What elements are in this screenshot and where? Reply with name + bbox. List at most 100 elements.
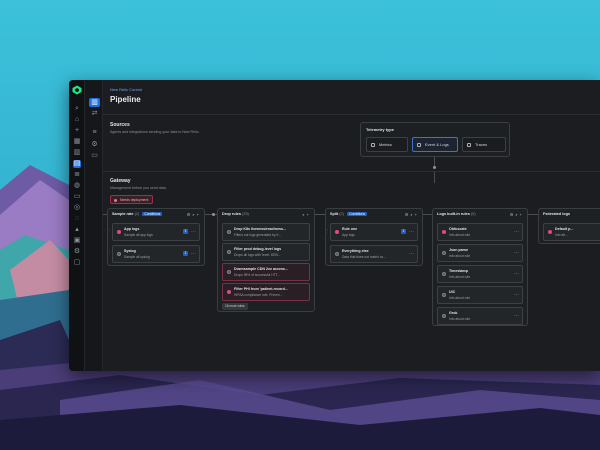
rule-card[interactable]: Rule one App logs 1 ⋯ xyxy=(330,223,418,241)
rule-title: Grok xyxy=(449,311,458,315)
more-icon[interactable]: ⋯ xyxy=(514,250,519,256)
column-split: Split (2) Conditions ⚙⌕+ ⋮ Rule one App … xyxy=(325,208,423,266)
logo-icon[interactable] xyxy=(72,85,82,95)
column-header: Split (2) Conditions xyxy=(330,212,368,216)
needs-deployment-label: Needs deployment xyxy=(120,198,149,202)
rule-card[interactable]: Filter prod debug-level logs Drops all l… xyxy=(222,243,310,261)
rule-card[interactable]: Timestamp Info about rule ⋯ xyxy=(437,265,523,283)
rule-card[interactable]: App logs Sample all app logs 1 ⋯ xyxy=(112,223,200,241)
sources-section xyxy=(103,114,600,115)
alert-icon[interactable]: ▴ xyxy=(73,226,81,234)
traces-icon xyxy=(467,143,471,147)
plus-icon[interactable]: + xyxy=(197,212,201,217)
drag-handle-icon[interactable]: ⋮ xyxy=(326,229,330,233)
home-icon[interactable]: ⌂ xyxy=(73,116,81,124)
more-icon[interactable]: ⋯ xyxy=(191,251,196,257)
sources-title: Sources xyxy=(110,122,130,128)
search-icon[interactable]: ⌕ xyxy=(73,105,81,113)
more-icon[interactable]: ⋯ xyxy=(191,229,196,235)
column-title: Logs built-in rules xyxy=(437,212,470,216)
rule-title: Filter prod debug-level logs xyxy=(234,247,282,251)
pipeline-nav-icon[interactable]: ▥ xyxy=(89,98,100,107)
status-dot-icon xyxy=(442,230,446,234)
rule-subtitle: Drops 95% of successful HTT... xyxy=(234,273,280,277)
telemetry-events-logs-label: Event & Logs xyxy=(425,142,449,147)
plus-icon[interactable]: + xyxy=(415,212,419,217)
rule-card[interactable]: Filter PHI from 'patient-record... HIPAA… xyxy=(222,283,310,301)
status-dot-icon xyxy=(117,230,121,234)
telemetry-events-logs-button[interactable]: Event & Logs xyxy=(412,137,458,152)
layers-icon[interactable]: ≣ xyxy=(73,171,81,179)
status-dot-icon xyxy=(442,251,446,255)
logs-icon xyxy=(417,143,421,147)
telemetry-traces-label: Traces xyxy=(475,142,488,147)
more-icon[interactable]: ⋯ xyxy=(514,271,519,277)
more-rules-button[interactable]: 16 more rules xyxy=(222,303,248,310)
pipeline-icon[interactable]: ▤ xyxy=(73,160,81,168)
rule-title: Downsample CDN 2xx access... xyxy=(234,267,288,271)
rules-nav-icon[interactable]: ≡ xyxy=(89,128,100,137)
globe-icon[interactable]: ◍ xyxy=(73,182,81,190)
drag-handle-icon[interactable]: ⋮ xyxy=(108,251,112,255)
rule-subtitle: Info about rule xyxy=(449,296,471,300)
flow-nav-icon[interactable]: ⇄ xyxy=(89,109,100,118)
more-icon[interactable]: ⋯ xyxy=(409,251,414,257)
rule-subtitle: App logs xyxy=(342,233,355,237)
more-icon[interactable]: ⋯ xyxy=(514,229,519,235)
column-count: (29) xyxy=(242,212,249,216)
more-icon[interactable]: ⋯ xyxy=(409,229,414,235)
gateway-section xyxy=(103,171,600,172)
users-icon[interactable]: ◎ xyxy=(73,204,81,212)
conditions-badge[interactable]: Conditions xyxy=(142,212,163,216)
rule-subtitle: Info about rule xyxy=(449,233,471,237)
column-count: (2) xyxy=(134,212,140,216)
rule-card[interactable]: Drop K8s liveness/readiness... Filters o… xyxy=(222,223,310,241)
telemetry-metrics-button[interactable]: Metrics xyxy=(366,137,408,152)
rule-subtitle: Filters out logs generated by K... xyxy=(234,233,282,237)
needs-deployment-button[interactable]: Needs deployment xyxy=(110,195,154,204)
column-count: (5) xyxy=(470,212,476,216)
rule-title: Obfuscate xyxy=(449,227,467,231)
status-dot-icon xyxy=(117,252,121,256)
column-title: Federated logs xyxy=(543,212,571,216)
secondary-nav: ▥ ⇄ ≡ ⚙ ▭ xyxy=(85,80,103,371)
rule-card[interactable]: Grok Info about rule ⋯ xyxy=(437,307,523,325)
rule-card[interactable]: Downsample CDN 2xx access... Drops 95% o… xyxy=(222,263,310,281)
rule-card[interactable]: Everything else Data that does not match… xyxy=(330,245,418,263)
rule-subtitle: Info ab... xyxy=(555,233,568,237)
rule-title: UIC xyxy=(449,290,456,294)
gateway-title: Gateway xyxy=(110,178,131,184)
rule-subtitle: Sample all syslog xyxy=(124,255,150,259)
file-icon[interactable]: ▭ xyxy=(73,193,81,201)
bulb-icon[interactable]: ◌ xyxy=(73,215,81,223)
book-icon[interactable]: ▥ xyxy=(73,149,81,157)
rule-card[interactable]: Json parse Info about rule ⋯ xyxy=(437,244,523,262)
window-icon[interactable]: ▢ xyxy=(73,259,81,267)
rule-subtitle: Drops all logs with 'level: DEB... xyxy=(234,253,281,257)
rule-title: Json parse xyxy=(449,248,468,252)
monitor-nav-icon[interactable]: ▭ xyxy=(89,151,100,160)
plus-icon[interactable]: + xyxy=(73,127,81,135)
telemetry-traces-button[interactable]: Traces xyxy=(462,137,506,152)
settings-nav-icon[interactable]: ⚙ xyxy=(89,140,100,149)
conditions-badge[interactable]: Conditions xyxy=(347,212,368,216)
more-icon[interactable]: ⋯ xyxy=(514,313,519,319)
rule-card[interactable]: Obfuscate Info about rule ⋯ xyxy=(437,223,523,241)
gear-icon[interactable]: ⚙ xyxy=(73,248,81,256)
breadcrumb[interactable]: New Relic Control xyxy=(110,87,142,92)
rule-card[interactable]: UIC Info about rule ⋯ xyxy=(437,286,523,304)
column-header: Federated logs xyxy=(543,212,570,216)
rule-card[interactable]: Default p... Info ab... xyxy=(543,223,600,241)
grid-icon[interactable]: ▦ xyxy=(73,138,81,146)
plus-icon[interactable]: + xyxy=(307,212,311,217)
column-federated-logs: Federated logs Default p... Info ab... xyxy=(538,208,600,244)
apps-icon[interactable]: ▣ xyxy=(73,237,81,245)
rule-title: Drop K8s liveness/readiness... xyxy=(234,227,286,231)
metrics-icon xyxy=(371,143,375,147)
rule-subtitle: Sample all app logs xyxy=(124,233,153,237)
more-icon[interactable]: ⋯ xyxy=(514,292,519,298)
plus-icon[interactable]: + xyxy=(520,212,524,217)
drag-handle-icon[interactable]: ⋮ xyxy=(108,229,112,233)
rule-card[interactable]: Syslog Sample all syslog 1 ⋯ xyxy=(112,245,200,263)
rule-subtitle: Data that does not match co... xyxy=(342,255,386,259)
